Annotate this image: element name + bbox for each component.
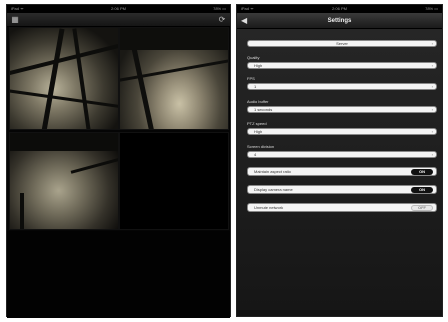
maintain-aspect-ratio-label: Maintain aspect ratio [254,169,291,174]
unmute-network-row: Unmute network OFF [247,203,437,212]
scene-beam [10,88,118,111]
display-camera-name-switch[interactable]: ON [411,187,433,193]
scene-beam [70,155,118,174]
bottom-bar [237,310,442,316]
ptz-speed-select[interactable]: High › [247,128,437,135]
server-label: Server [336,41,348,46]
fps-select[interactable]: 1 › [247,83,437,90]
scene-pole [129,38,156,129]
chevron-right-icon: › [431,41,433,46]
camera-tile-3[interactable] [9,132,119,230]
unmute-network-switch[interactable]: OFF [411,205,433,211]
camera-tile-2[interactable] [119,27,229,130]
chevron-right-icon: › [431,84,433,89]
chevron-right-icon: › [431,63,433,68]
audio-buffer-value: 1 seconds [254,107,273,112]
ptz-speed-label: PTZ speed [247,121,267,126]
display-camera-name-row: Display camera name ON [247,185,437,194]
time-label: 2:06 PM [332,6,347,11]
camera-view-screen: iPad ᯤ 2:06 PM 78% ▭ ▦ ⟳ [6,4,231,318]
status-bar: iPad ᯤ 2:06 PM 78% ▭ [7,5,230,13]
screen-division-label: Screen division [247,144,275,149]
time-label: 2:06 PM [111,6,126,11]
camera-tile-1[interactable] [9,27,119,130]
audio-buffer-label: Audio buffer [247,99,269,104]
grid-icon[interactable]: ▦ [11,16,19,24]
scene-pole [20,193,24,229]
fps-label: FPS [247,76,255,81]
scene-pole [72,28,92,129]
scene-pole [40,28,65,129]
empty-area [7,231,230,318]
chevron-right-icon: › [431,107,433,112]
battery-label: 78% ▭ [425,6,438,11]
maintain-aspect-ratio-row: Maintain aspect ratio ON [247,167,437,176]
screen-division-value: 4 [254,152,257,157]
server-field[interactable]: Server › [247,40,437,47]
fps-value: 1 [254,84,257,89]
scene-beam [10,39,118,77]
maintain-aspect-ratio-switch[interactable]: ON [411,169,433,175]
battery-label: 78% ▭ [213,6,226,11]
display-camera-name-label: Display camera name [254,187,293,192]
scene-ceiling [10,133,118,151]
chevron-right-icon: › [431,129,433,134]
settings-screen: iPad ᯤ 2:06 PM 78% ▭ ◀ Settings Server ›… [236,4,443,317]
refresh-icon[interactable]: ⟳ [218,16,226,24]
settings-list: Server › Quality High › FPS 1 › Audio bu… [237,29,442,312]
camera-toolbar: ▦ ⟳ [7,13,230,27]
audio-buffer-select[interactable]: 1 seconds › [247,106,437,113]
ptz-speed-value: High [254,129,263,134]
quality-value: High [254,63,263,68]
camera-tile-4-empty[interactable] [119,132,229,230]
nav-bar: ◀ Settings [237,13,442,29]
chevron-right-icon: › [431,152,433,157]
unmute-network-label: Unmute network [254,205,284,210]
status-bar: iPad ᯤ 2:06 PM 78% ▭ [237,5,442,13]
quality-select[interactable]: High › [247,62,437,69]
quality-label: Quality [247,55,260,60]
screen-division-select[interactable]: 4 › [247,151,437,158]
page-title: Settings [327,18,352,24]
